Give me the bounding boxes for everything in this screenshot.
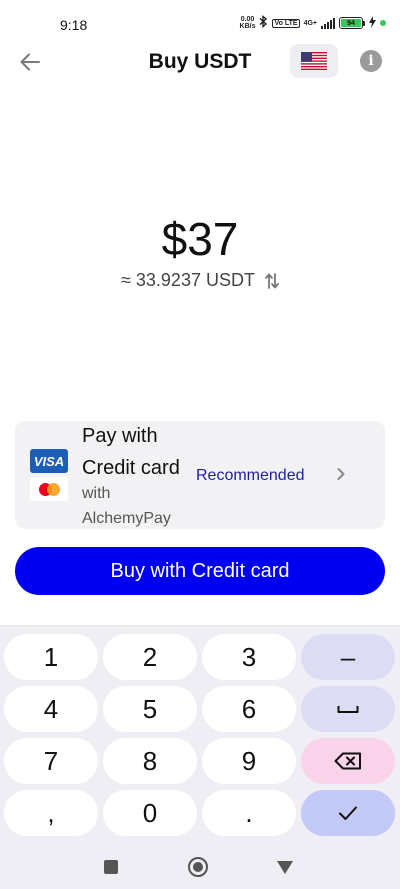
mastercard-logo (30, 477, 68, 501)
key-7[interactable]: 7 (4, 738, 98, 784)
header: Buy USDT i (0, 42, 400, 82)
key-4[interactable]: 4 (4, 686, 98, 732)
bluetooth-icon (259, 15, 268, 31)
back-nav-button[interactable] (273, 855, 297, 879)
buy-button[interactable]: Buy with Credit card (15, 547, 385, 595)
payment-method-card[interactable]: VISA Pay with Credit card with AlchemyPa… (15, 421, 385, 529)
status-icons: 0.00 KB/s Vo LTE 4G+ 94 (240, 15, 386, 31)
payment-provider-name: AlchemyPay (82, 510, 171, 527)
key-minus[interactable]: – (301, 634, 395, 680)
charging-icon (369, 15, 376, 31)
key-3[interactable]: 3 (202, 634, 296, 680)
triangle-back-icon (277, 861, 293, 874)
key-done[interactable] (301, 790, 395, 836)
numeric-keypad: 1 2 3 – 4 5 6 7 8 9 , 0 . (0, 625, 400, 845)
recommended-badge: Recommended (196, 467, 305, 484)
arrow-left-icon (20, 53, 40, 71)
fiat-amount: $37 (161, 213, 239, 265)
square-icon (104, 860, 118, 874)
key-8[interactable]: 8 (103, 738, 197, 784)
swap-vertical-icon[interactable] (265, 272, 279, 289)
info-button[interactable]: i (360, 50, 382, 72)
backspace-icon (334, 752, 361, 770)
key-0[interactable]: 0 (103, 790, 197, 836)
status-bar: 9:18 0.00 KB/s Vo LTE 4G+ 94 (0, 0, 400, 44)
volte-icon: Vo LTE (272, 18, 300, 28)
recents-button[interactable] (99, 855, 123, 879)
key-1[interactable]: 1 (4, 634, 98, 680)
country-selector-button[interactable] (290, 44, 338, 78)
signal-icon (321, 17, 335, 29)
key-5[interactable]: 5 (103, 686, 197, 732)
key-6[interactable]: 6 (202, 686, 296, 732)
info-icon: i (368, 53, 374, 69)
payment-method-title: Pay with (82, 425, 158, 447)
system-nav-bar (0, 845, 400, 889)
visa-logo: VISA (30, 449, 68, 473)
key-2[interactable]: 2 (103, 634, 197, 680)
back-button[interactable] (16, 48, 44, 76)
payment-method-name: Credit card (82, 457, 180, 479)
battery-level: 94 (341, 19, 361, 27)
home-button[interactable] (186, 855, 210, 879)
us-flag-icon (301, 52, 327, 70)
network-type: 4G+ (303, 19, 317, 27)
battery-icon: 94 (339, 17, 365, 29)
crypto-conversion: ≈ 33.9237 USDT (0, 270, 400, 291)
privacy-indicator-dot (380, 20, 386, 26)
key-delete[interactable] (301, 738, 395, 784)
key-period[interactable]: . (202, 790, 296, 836)
key-space[interactable] (301, 686, 395, 732)
payment-provider-prefix: with (82, 485, 111, 502)
conversion-text: ≈ 33.9237 USDT (121, 270, 255, 290)
home-circle-icon (188, 857, 208, 877)
network-speed: 0.00 KB/s (239, 16, 256, 30)
page-title: Buy USDT (148, 50, 252, 73)
key-9[interactable]: 9 (202, 738, 296, 784)
chevron-right-icon (336, 467, 346, 486)
checkmark-icon (339, 806, 357, 820)
space-icon (337, 706, 359, 713)
status-time: 9:18 (60, 17, 88, 33)
key-comma[interactable]: , (4, 790, 98, 836)
